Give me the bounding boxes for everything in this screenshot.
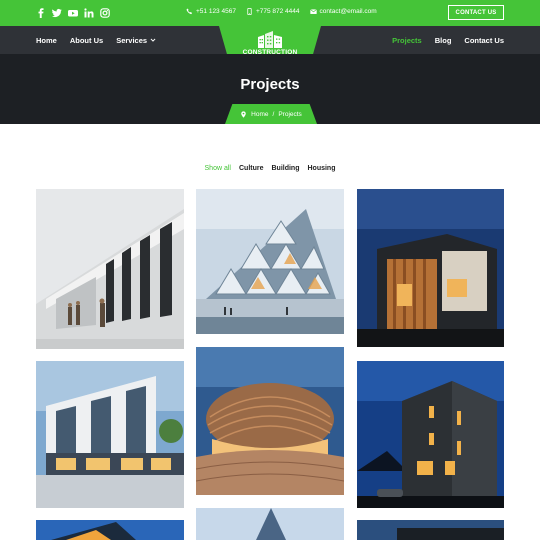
nav-item-projects[interactable]: Projects (392, 36, 422, 45)
project-card[interactable] (36, 361, 184, 508)
nav-right: Projects Blog Contact Us (392, 26, 504, 54)
project-card[interactable] (196, 347, 344, 495)
phone-contact-2[interactable]: +775 872 4444 (246, 8, 300, 15)
breadcrumb: Home / Projects (225, 104, 317, 124)
project-filters: Show all Culture Building Housing (0, 165, 540, 172)
buildings-logo-icon (258, 31, 282, 48)
chevron-down-icon (150, 37, 156, 43)
filter-show-all[interactable]: Show all (205, 165, 231, 172)
filter-building[interactable]: Building (271, 165, 299, 172)
project-image-wooden-house-dusk (357, 189, 504, 347)
project-image-copper-dome (196, 347, 344, 495)
filter-housing[interactable]: Housing (307, 165, 335, 172)
top-bar: +51 123 4567 +775 872 4444 contact@email… (0, 0, 540, 26)
linkedin-icon[interactable] (84, 8, 94, 18)
phone-1-text: +51 123 4567 (196, 8, 236, 15)
project-card[interactable] (357, 361, 504, 508)
nav-item-services-label: Services (116, 35, 148, 45)
twitter-icon[interactable] (52, 8, 62, 18)
project-image-modern-white-building (36, 361, 184, 508)
nav-item-home[interactable]: Home (36, 36, 57, 45)
nav-item-blog[interactable]: Blog (435, 36, 452, 45)
nav-item-about-us[interactable]: About Us (70, 36, 103, 45)
nav-item-services[interactable]: Services (116, 36, 156, 45)
project-card[interactable] (196, 508, 344, 540)
project-image-glass-triangle-building (196, 189, 344, 334)
project-card[interactable] (357, 189, 504, 347)
social-links (36, 8, 110, 18)
project-image-white-angular-building (36, 189, 184, 349)
email-contact[interactable]: contact@email.com (309, 8, 377, 15)
project-card[interactable] (36, 189, 184, 349)
filter-culture[interactable]: Culture (239, 165, 264, 172)
project-image-partial-3 (357, 520, 504, 540)
nav-item-contact-us[interactable]: Contact Us (464, 36, 504, 45)
envelope-icon (309, 9, 317, 14)
breadcrumb-current: Projects (278, 110, 302, 118)
project-image-dark-house-night (357, 361, 504, 508)
nav-left: Home About Us Services (36, 26, 156, 54)
project-card[interactable] (357, 520, 504, 540)
page-title: Projects (240, 76, 300, 93)
breadcrumb-home[interactable]: Home (251, 111, 268, 118)
project-card[interactable] (36, 520, 184, 540)
mobile-icon (247, 8, 252, 15)
phone-contact-1[interactable]: +51 123 4567 (186, 8, 236, 15)
project-card[interactable] (196, 189, 344, 334)
phone-2-text: +775 872 4444 (255, 8, 300, 15)
instagram-icon[interactable] (100, 8, 110, 18)
map-pin-icon (241, 110, 246, 118)
email-text: contact@email.com (319, 8, 377, 15)
contact-info: +51 123 4567 +775 872 4444 contact@email… (186, 8, 377, 15)
project-image-partial-1 (36, 520, 184, 540)
facebook-icon[interactable] (36, 8, 46, 18)
phone-icon (186, 8, 193, 15)
breadcrumb-separator: / (272, 110, 275, 118)
contact-us-button[interactable]: CONTACT US (448, 5, 504, 20)
project-image-partial-2 (196, 508, 344, 540)
youtube-icon[interactable] (68, 8, 78, 18)
